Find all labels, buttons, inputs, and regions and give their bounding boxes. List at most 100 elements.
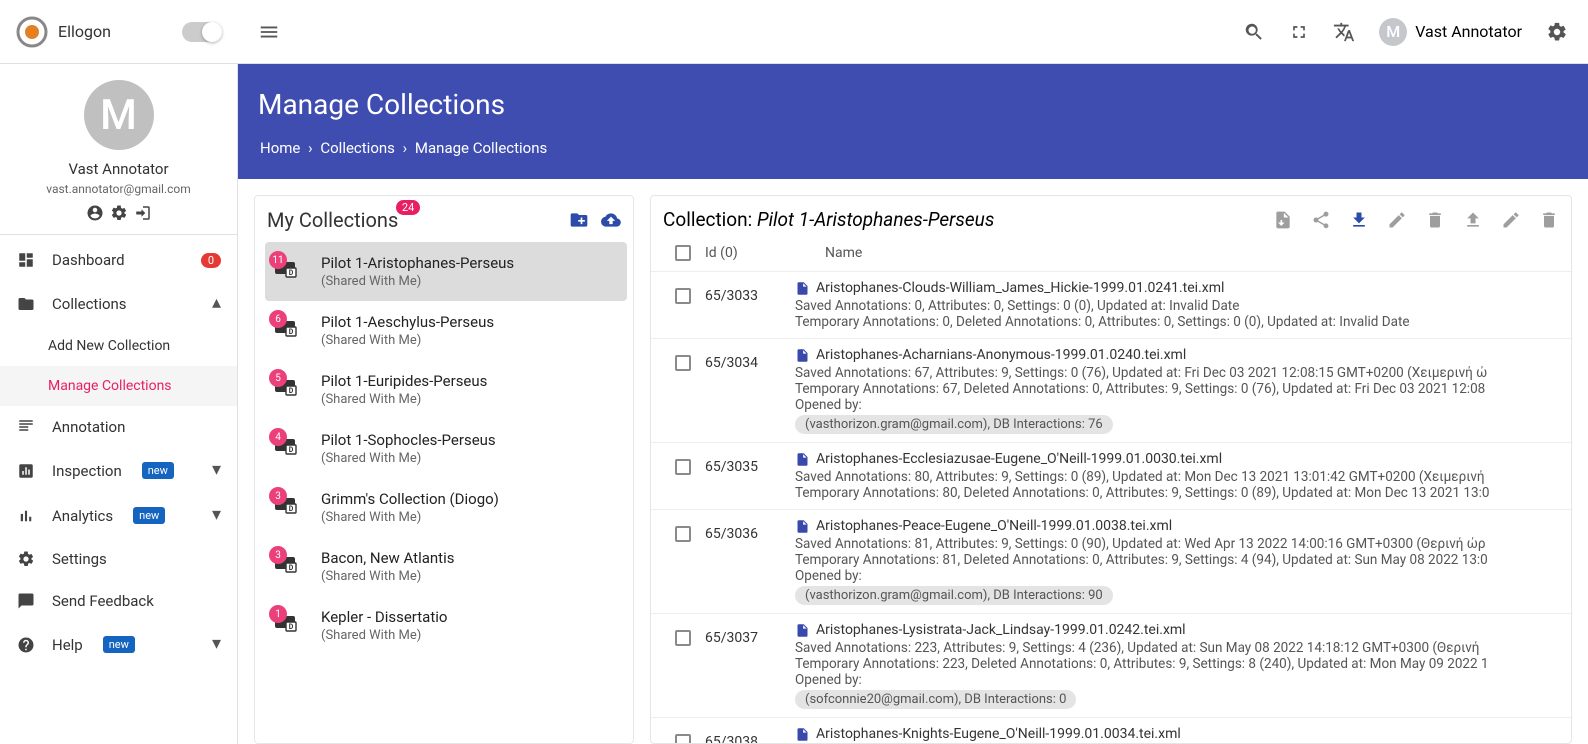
doc-saved-line: Saved Annotations: 223, Attributes: 9, S… bbox=[795, 640, 1555, 656]
doc-temp-line: Temporary Annotations: 80, Deleted Annot… bbox=[795, 485, 1555, 501]
inspection-icon bbox=[16, 462, 36, 480]
folder-stack-icon: 1 D bbox=[273, 608, 307, 634]
document-title: Aristophanes-Lysistrata-Jack_Lindsay-199… bbox=[816, 622, 1186, 638]
translate-icon[interactable] bbox=[1333, 21, 1355, 43]
select-all-checkbox[interactable] bbox=[675, 245, 691, 261]
nav-manage-collections[interactable]: Manage Collections bbox=[0, 366, 237, 406]
file-icon bbox=[795, 348, 810, 363]
chevron-down-icon: ▾ bbox=[212, 504, 221, 525]
collection-item[interactable]: 5 D Pilot 1-Euripides-Perseus (Shared Wi… bbox=[265, 360, 627, 419]
document-title: Aristophanes-Clouds-William_James_Hickie… bbox=[816, 280, 1224, 296]
page-title: Manage Collections bbox=[258, 88, 1568, 121]
account-icon[interactable] bbox=[86, 204, 104, 222]
row-checkbox[interactable] bbox=[675, 459, 691, 475]
svg-text:D: D bbox=[289, 328, 294, 336]
nav-label: Settings bbox=[52, 550, 107, 568]
settings-icon[interactable] bbox=[110, 204, 128, 222]
db-interactions-chip: (vasthorizon.gram@gmail.com), DB Interac… bbox=[795, 586, 1113, 605]
avatar: M bbox=[1379, 18, 1407, 46]
document-row[interactable]: 65/3033 Aristophanes-Clouds-William_Jame… bbox=[651, 272, 1571, 339]
delete-icon[interactable] bbox=[1425, 210, 1445, 230]
nav-label: Send Feedback bbox=[52, 592, 154, 610]
nav-annotation[interactable]: Annotation bbox=[0, 406, 237, 448]
nav-add-collection[interactable]: Add New Collection bbox=[0, 326, 237, 366]
nav-feedback[interactable]: Send Feedback bbox=[0, 580, 237, 622]
svg-text:D: D bbox=[289, 446, 294, 454]
document-title: Aristophanes-Acharnians-Anonymous-1999.0… bbox=[816, 347, 1186, 363]
nav-help[interactable]: Help new ▾ bbox=[0, 622, 237, 667]
user-name: Vast Annotator bbox=[0, 160, 237, 178]
share-icon[interactable] bbox=[1311, 210, 1331, 230]
file-icon bbox=[795, 519, 810, 534]
chevron-up-icon: ▴ bbox=[212, 292, 221, 313]
add-document-icon[interactable] bbox=[1273, 210, 1293, 230]
folder-stack-icon: 4 D bbox=[273, 431, 307, 457]
row-checkbox[interactable] bbox=[675, 734, 691, 743]
collection-subtitle: (Shared With Me) bbox=[321, 274, 514, 289]
documents-list: 65/3033 Aristophanes-Clouds-William_Jame… bbox=[651, 272, 1571, 743]
collection-item[interactable]: 4 D Pilot 1-Sophocles-Perseus (Shared Wi… bbox=[265, 419, 627, 478]
col-id: Id (0) bbox=[705, 245, 825, 261]
collection-item[interactable]: 3 D Grimm's Collection (Diogo) (Shared W… bbox=[265, 478, 627, 537]
nav-label: Analytics bbox=[52, 507, 113, 525]
row-checkbox[interactable] bbox=[675, 288, 691, 304]
svg-text:D: D bbox=[289, 269, 294, 277]
document-id: 65/3036 bbox=[705, 526, 758, 542]
user-menu[interactable]: M Vast Annotator bbox=[1379, 18, 1522, 46]
doc-saved-line: Saved Annotations: 81, Attributes: 9, Se… bbox=[795, 536, 1555, 552]
search-icon[interactable] bbox=[1243, 21, 1265, 43]
cloud-upload-icon[interactable] bbox=[601, 210, 621, 230]
download-icon[interactable] bbox=[1349, 210, 1369, 230]
fullscreen-icon[interactable] bbox=[1289, 22, 1309, 42]
new-folder-icon[interactable] bbox=[569, 210, 589, 230]
logout-icon[interactable] bbox=[134, 204, 152, 222]
doc-temp-line: Temporary Annotations: 0, Deleted Annota… bbox=[795, 314, 1555, 330]
file-icon bbox=[795, 623, 810, 638]
collection-subtitle: (Shared With Me) bbox=[321, 510, 499, 525]
gear-icon bbox=[16, 550, 36, 568]
row-checkbox[interactable] bbox=[675, 526, 691, 542]
document-id: 65/3033 bbox=[705, 288, 758, 304]
crumb-home[interactable]: Home bbox=[260, 139, 300, 157]
doc-count-badge: 1 bbox=[269, 605, 287, 623]
folder-stack-icon: 11 D bbox=[273, 254, 307, 280]
row-checkbox[interactable] bbox=[675, 630, 691, 646]
nav-collections[interactable]: Collections ▴ bbox=[0, 281, 237, 326]
gear-icon[interactable] bbox=[1546, 21, 1568, 43]
theme-toggle[interactable] bbox=[182, 22, 222, 42]
new-badge: new bbox=[133, 507, 165, 524]
svg-text:D: D bbox=[289, 505, 294, 513]
edit-icon[interactable] bbox=[1387, 210, 1407, 230]
db-interactions-chip: (sofconnie20@gmail.com), DB Interactions… bbox=[795, 690, 1076, 709]
nav-label: Help bbox=[52, 636, 83, 654]
collection-item[interactable]: 1 D Kepler - Dissertatio (Shared With Me… bbox=[265, 596, 627, 655]
crumb-current: Manage Collections bbox=[415, 139, 547, 157]
new-badge: new bbox=[142, 462, 174, 479]
nav-inspection[interactable]: Inspection new ▾ bbox=[0, 448, 237, 493]
collection-title: Collection: Pilot 1-Aristophanes-Perseus bbox=[663, 208, 994, 231]
menu-icon[interactable] bbox=[258, 21, 280, 43]
nav-settings[interactable]: Settings bbox=[0, 538, 237, 580]
collection-item[interactable]: 3 D Bacon, New Atlantis (Shared With Me) bbox=[265, 537, 627, 596]
delete2-icon[interactable] bbox=[1539, 210, 1559, 230]
collection-item[interactable]: 6 D Pilot 1-Aeschylus-Perseus (Shared Wi… bbox=[265, 301, 627, 360]
document-row[interactable]: 65/3036 Aristophanes-Peace-Eugene_O'Neil… bbox=[651, 510, 1571, 614]
nav-label: Manage Collections bbox=[48, 378, 172, 394]
my-collections-title: My Collections 24 bbox=[267, 208, 398, 232]
row-checkbox[interactable] bbox=[675, 355, 691, 371]
document-row[interactable]: 65/3035 Aristophanes-Ecclesiazusae-Eugen… bbox=[651, 443, 1571, 510]
document-row[interactable]: 65/3038 Aristophanes-Knights-Eugene_O'Ne… bbox=[651, 718, 1571, 743]
feedback-icon bbox=[16, 592, 36, 610]
edit2-icon[interactable] bbox=[1501, 210, 1521, 230]
collections-list[interactable]: 11 D Pilot 1-Aristophanes-Perseus (Share… bbox=[255, 236, 633, 743]
svg-text:D: D bbox=[289, 387, 294, 395]
nav-analytics[interactable]: Analytics new ▾ bbox=[0, 493, 237, 538]
document-row[interactable]: 65/3034 Aristophanes-Acharnians-Anonymou… bbox=[651, 339, 1571, 443]
crumb-collections[interactable]: Collections bbox=[320, 139, 395, 157]
upload-icon[interactable] bbox=[1463, 210, 1483, 230]
user-email: vast.annotator@gmail.com bbox=[0, 182, 237, 196]
nav-dashboard[interactable]: Dashboard 0 bbox=[0, 239, 237, 281]
collection-subtitle: (Shared With Me) bbox=[321, 451, 496, 466]
collection-item[interactable]: 11 D Pilot 1-Aristophanes-Perseus (Share… bbox=[265, 242, 627, 301]
document-row[interactable]: 65/3037 Aristophanes-Lysistrata-Jack_Lin… bbox=[651, 614, 1571, 718]
